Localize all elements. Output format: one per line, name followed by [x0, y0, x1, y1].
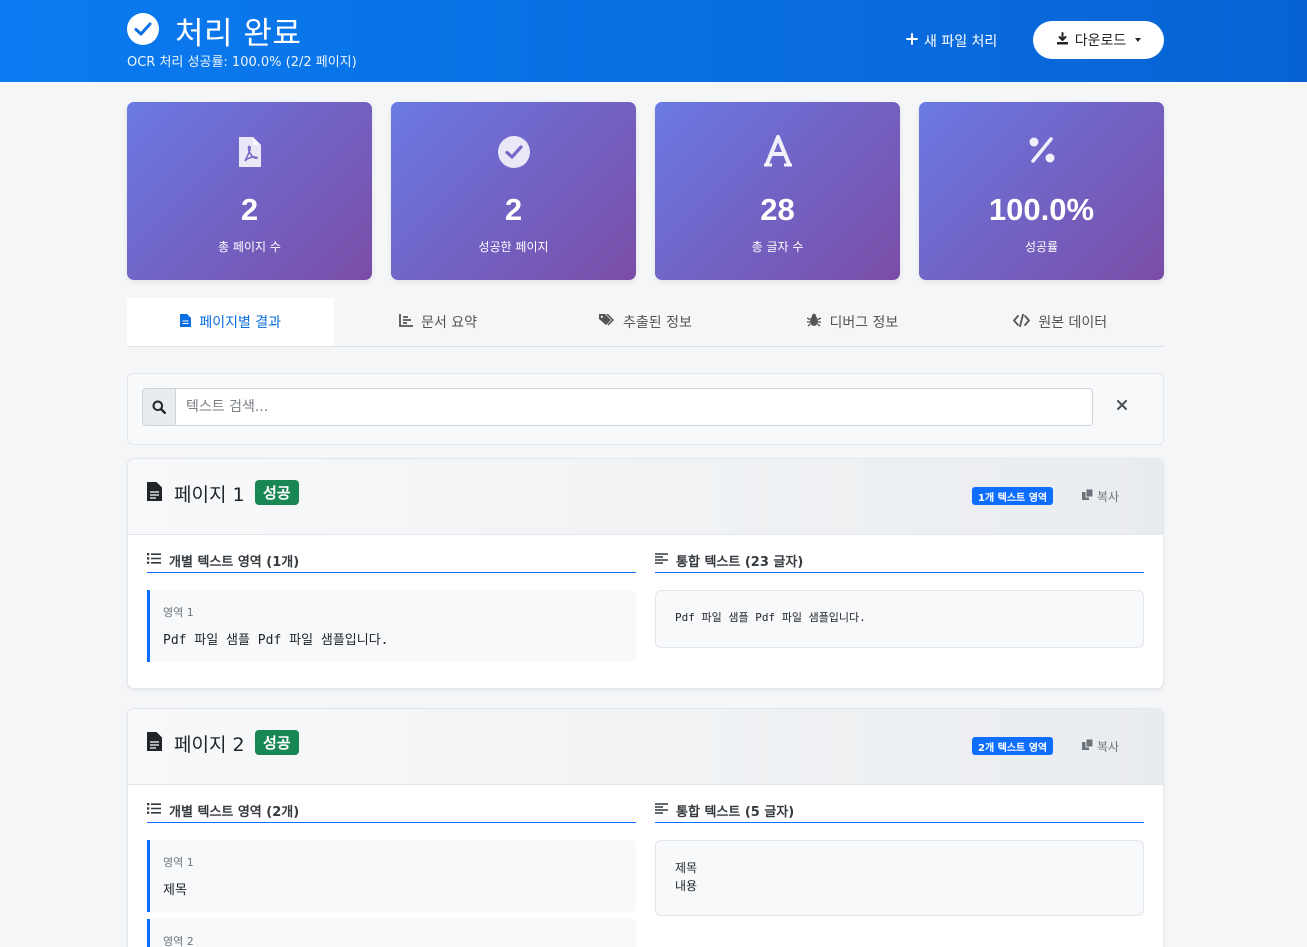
pdf-file-icon [127, 135, 372, 169]
download-label: 다운로드 [1074, 33, 1127, 49]
new-file-button[interactable]: 새 파일 처리 [906, 29, 997, 53]
combined-text: 제목 내용 [655, 840, 1144, 916]
stats-row: 2 총 페이지 수 2 성공한 페이지 28 총 글자 수 100.0% 성공률 [127, 102, 1164, 280]
region-text: Pdf 파일 샘플 Pdf 파일 샘플입니다. [163, 633, 389, 648]
close-icon [1117, 397, 1127, 415]
page-result-card: 페이지 2 성공 2개 텍스트 영역 복사 개별 텍스트 영역 (2개) 통합 … [127, 708, 1164, 947]
stat-value: 2 [240, 192, 259, 227]
search-icon [142, 388, 175, 426]
text-region: 영역 1 Pdf 파일 샘플 Pdf 파일 샘플입니다. [147, 590, 636, 662]
tab-label: 원본 데이터 [1038, 315, 1108, 331]
copy-icon [1082, 738, 1094, 754]
stat-card-total-chars: 28 총 글자 수 [655, 102, 900, 280]
stat-label: 총 글자 수 [751, 240, 804, 254]
regions-heading: 개별 텍스트 영역 (1개) [147, 549, 636, 573]
check-circle-icon [127, 13, 159, 45]
search-input[interactable] [175, 388, 1093, 426]
tab-extracted-info[interactable]: 추출된 정보 [542, 298, 749, 346]
tab-document-summary[interactable]: 문서 요약 [334, 298, 541, 346]
tags-icon [599, 312, 615, 331]
copy-icon [1082, 488, 1094, 504]
tab-label: 추출된 정보 [623, 315, 692, 331]
stat-value: 100.0% [988, 192, 1095, 227]
stat-value: 2 [504, 192, 523, 227]
status-badge: 성공 [255, 730, 299, 755]
text-region: 영역 1 제목 [147, 840, 636, 912]
page-result-card: 페이지 1 성공 1개 텍스트 영역 복사 개별 텍스트 영역 (1개) 통합 … [127, 458, 1164, 689]
region-label: 영역 1 [163, 856, 194, 869]
region-count-badge: 1개 텍스트 영역 [972, 487, 1054, 505]
file-icon [147, 482, 162, 506]
page-card-header: 페이지 2 성공 2개 텍스트 영역 복사 [128, 709, 1163, 785]
copy-button[interactable]: 복사 [1082, 486, 1119, 506]
copy-button[interactable]: 복사 [1082, 736, 1119, 756]
download-icon [1056, 31, 1069, 49]
align-left-icon [655, 553, 668, 568]
chevron-down-icon [1135, 38, 1142, 42]
search-panel [127, 373, 1164, 445]
stat-card-success-rate: 100.0% 성공률 [919, 102, 1164, 280]
stat-label: 성공률 [1024, 240, 1059, 254]
file-icon [180, 313, 192, 331]
list-icon [147, 803, 161, 818]
combined-text-heading: 통합 텍스트 (5 글자) [655, 799, 1144, 823]
regions-heading: 개별 텍스트 영역 (2개) [147, 799, 636, 823]
file-icon [147, 732, 162, 756]
stat-label: 총 페이지 수 [218, 240, 281, 254]
clear-search-button[interactable] [1112, 396, 1132, 416]
tab-raw-data[interactable]: 원본 데이터 [957, 298, 1164, 346]
region-count-badge: 2개 텍스트 영역 [972, 737, 1054, 755]
copy-label: 복사 [1097, 489, 1120, 504]
header-bar: 처리 완료 OCR 처리 성공률: 100.0% (2/2 페이지) 새 파일 … [0, 0, 1307, 82]
success-rate-subtitle: OCR 처리 성공률: 100.0% (2/2 페이지) [127, 55, 357, 70]
region-label: 영역 2 [163, 935, 194, 947]
plus-icon [906, 33, 918, 49]
font-icon [655, 135, 900, 169]
stat-value: 28 [760, 192, 795, 227]
region-label: 영역 1 [163, 606, 194, 619]
new-file-label: 새 파일 처리 [924, 34, 998, 50]
tab-label: 문서 요약 [421, 315, 478, 331]
tab-label: 페이지별 결과 [199, 315, 282, 331]
result-tabs: 페이지별 결과 문서 요약 추출된 정보 디버그 정보 원본 데이터 [127, 298, 1164, 347]
percent-icon [919, 135, 1164, 169]
status-badge: 성공 [255, 480, 299, 505]
copy-label: 복사 [1097, 739, 1120, 754]
tab-label: 디버그 정보 [829, 315, 899, 331]
list-icon [147, 553, 161, 568]
tab-debug-info[interactable]: 디버그 정보 [749, 298, 956, 346]
bug-icon [807, 313, 822, 331]
text-region: 영역 2 내용 [147, 919, 636, 947]
stat-card-total-pages: 2 총 페이지 수 [127, 102, 372, 280]
page-title: 처리 완료 [175, 16, 302, 52]
stat-card-success-pages: 2 성공한 페이지 [391, 102, 636, 280]
tab-page-results[interactable]: 페이지별 결과 [127, 298, 335, 346]
combined-text-heading: 통합 텍스트 (23 글자) [655, 549, 1144, 573]
page-title: 페이지 2 [174, 734, 245, 756]
combined-text: Pdf 파일 샘플 Pdf 파일 샘플입니다. [655, 590, 1144, 648]
chart-icon [399, 313, 414, 331]
page-card-header: 페이지 1 성공 1개 텍스트 영역 복사 [128, 459, 1163, 535]
code-icon [1013, 313, 1031, 331]
check-circle-icon [391, 135, 636, 169]
page-title: 페이지 1 [174, 484, 245, 506]
download-button[interactable]: 다운로드 [1033, 21, 1164, 59]
align-left-icon [655, 803, 668, 818]
stat-label: 성공한 페이지 [478, 240, 549, 254]
region-text: 제목 [163, 883, 187, 898]
